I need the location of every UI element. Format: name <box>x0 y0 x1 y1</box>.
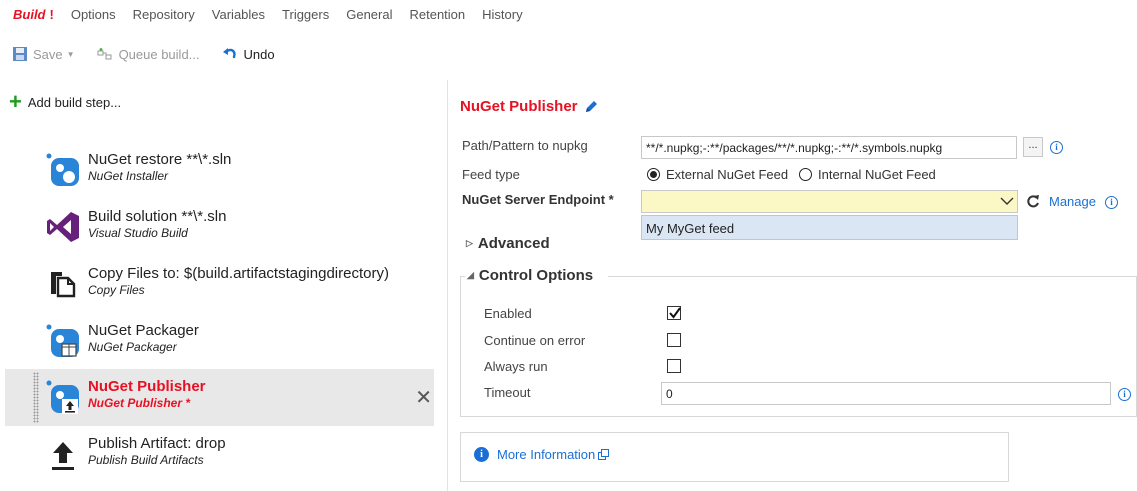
more-information-label: More Information <box>497 447 596 462</box>
dropdown-option-myget-feed[interactable]: My MyGet feed <box>641 215 1018 240</box>
step-title: NuGet restore **\*.sln <box>88 151 232 168</box>
info-icon[interactable]: i <box>1105 196 1118 209</box>
build-steps-panel: + Add build step... NuGet restore **\*.s… <box>0 80 447 491</box>
step-title: NuGet Publisher <box>88 378 206 395</box>
undo-button[interactable]: Undo <box>222 47 275 62</box>
checkmark-icon <box>669 307 681 319</box>
timeout-label: Timeout <box>484 385 531 400</box>
step-title: Publish Artifact: drop <box>88 435 226 452</box>
radio-external-feed[interactable]: External NuGet Feed <box>647 167 788 182</box>
pencil-edit-icon[interactable] <box>584 99 599 114</box>
build-step-nuget-restore[interactable]: NuGet restore **\*.sln NuGet Installer <box>5 142 434 199</box>
advanced-label: Advanced <box>477 235 550 252</box>
nuget-icon <box>45 152 81 188</box>
task-title-text: NuGet Publisher <box>460 98 578 115</box>
tab-retention[interactable]: Retention <box>409 7 465 22</box>
build-step-nuget-packager[interactable]: NuGet Packager NuGet Packager <box>5 313 434 370</box>
task-title: NuGet Publisher <box>460 98 599 115</box>
path-pattern-input[interactable]: **/*.nupkg;-:**/packages/**/*.nupkg;-:**… <box>641 136 1017 159</box>
nuget-packager-icon <box>45 323 81 359</box>
chevron-down-icon: ▼ <box>66 49 75 59</box>
more-information-link[interactable]: i More Information <box>474 447 610 462</box>
nuget-publisher-icon <box>45 379 81 415</box>
manage-link[interactable]: Manage <box>1049 194 1096 209</box>
radio-unselected-icon <box>799 168 812 181</box>
info-icon[interactable]: i <box>1050 141 1063 154</box>
queue-build-button[interactable]: Queue build... <box>97 47 200 62</box>
tab-build[interactable]: Build! <box>13 7 54 22</box>
toolbar: Save ▼ Queue build... Undo <box>0 37 1137 71</box>
build-step-nuget-publisher[interactable]: NuGet Publisher NuGet Publisher * ✕ <box>5 369 434 426</box>
enabled-checkbox[interactable] <box>667 306 681 320</box>
step-title: NuGet Packager <box>88 322 199 339</box>
build-step-publish-artifact[interactable]: Publish Artifact: drop Publish Build Art… <box>5 426 434 483</box>
step-subtitle: NuGet Packager <box>88 340 177 354</box>
visual-studio-icon <box>45 209 81 245</box>
radio-selected-icon <box>647 168 660 181</box>
task-editor-panel: NuGet Publisher Path/Pattern to nupkg **… <box>448 80 1137 491</box>
save-label: Save <box>33 46 63 62</box>
queue-build-icon <box>97 47 113 61</box>
path-pattern-label: Path/Pattern to nupkg <box>462 138 588 153</box>
undo-icon <box>222 47 238 61</box>
tab-history[interactable]: History <box>482 7 522 22</box>
step-subtitle: Copy Files <box>88 283 145 297</box>
build-step-copy-files[interactable]: Copy Files to: $(build.artifactstagingdi… <box>5 256 434 313</box>
timeout-input[interactable]: 0 <box>661 382 1111 405</box>
browse-button[interactable]: ... <box>1023 137 1043 157</box>
refresh-icon[interactable] <box>1026 193 1040 212</box>
queue-build-label: Queue build... <box>118 46 200 62</box>
step-subtitle: Publish Build Artifacts <box>88 453 204 467</box>
step-subtitle: NuGet Installer <box>88 169 169 183</box>
chevron-down-icon <box>1000 194 1014 211</box>
upload-icon <box>45 436 81 472</box>
tab-build-label: Build <box>13 6 46 22</box>
enabled-label: Enabled <box>484 306 532 321</box>
external-link-icon <box>598 449 610 460</box>
step-title: Copy Files to: $(build.artifactstagingdi… <box>88 265 389 282</box>
endpoint-label: NuGet Server Endpoint * <box>462 192 614 207</box>
definition-tab-bar: Build! Options Repository Variables Trig… <box>0 0 1137 28</box>
add-build-step-label: Add build step... <box>27 94 122 110</box>
tab-triggers[interactable]: Triggers <box>282 7 329 22</box>
always-run-checkbox[interactable] <box>667 359 681 373</box>
radio-internal-feed[interactable]: Internal NuGet Feed <box>799 167 936 182</box>
radio-internal-label: Internal NuGet Feed <box>818 167 936 182</box>
collapse-icon: ◢ <box>467 270 474 280</box>
radio-external-label: External NuGet Feed <box>666 167 789 182</box>
continue-on-error-label: Continue on error <box>484 333 586 348</box>
tab-variables[interactable]: Variables <box>212 7 265 22</box>
step-title: Build solution **\*.sln <box>88 208 227 225</box>
add-build-step-button[interactable]: + Add build step... <box>9 89 122 114</box>
tab-repository[interactable]: Repository <box>133 7 195 22</box>
copy-files-icon <box>45 266 81 302</box>
plus-icon: + <box>9 89 22 114</box>
info-icon[interactable]: i <box>1118 388 1131 401</box>
tab-general[interactable]: General <box>346 7 392 22</box>
expand-right-icon: ▷ <box>466 238 473 248</box>
feed-type-label: Feed type <box>462 167 520 182</box>
endpoint-select[interactable] <box>641 190 1018 213</box>
save-button[interactable]: Save ▼ <box>13 47 75 62</box>
always-run-label: Always run <box>484 359 548 374</box>
step-subtitle: NuGet Publisher * <box>88 396 191 410</box>
save-icon <box>13 47 27 61</box>
control-options-label: Control Options <box>478 267 594 284</box>
advanced-section-toggle[interactable]: ▷ Advanced <box>466 235 550 252</box>
continue-on-error-checkbox[interactable] <box>667 333 681 347</box>
tab-options[interactable]: Options <box>71 7 116 22</box>
step-subtitle: Visual Studio Build <box>88 226 188 240</box>
drag-handle[interactable] <box>33 372 39 423</box>
undo-label: Undo <box>243 46 275 62</box>
error-icon: ! <box>49 6 54 22</box>
build-step-build-solution[interactable]: Build solution **\*.sln Visual Studio Bu… <box>5 199 434 256</box>
info-icon: i <box>474 447 489 462</box>
control-options-toggle[interactable]: ◢ Control Options <box>467 267 598 284</box>
remove-step-close-icon[interactable]: ✕ <box>415 385 432 410</box>
